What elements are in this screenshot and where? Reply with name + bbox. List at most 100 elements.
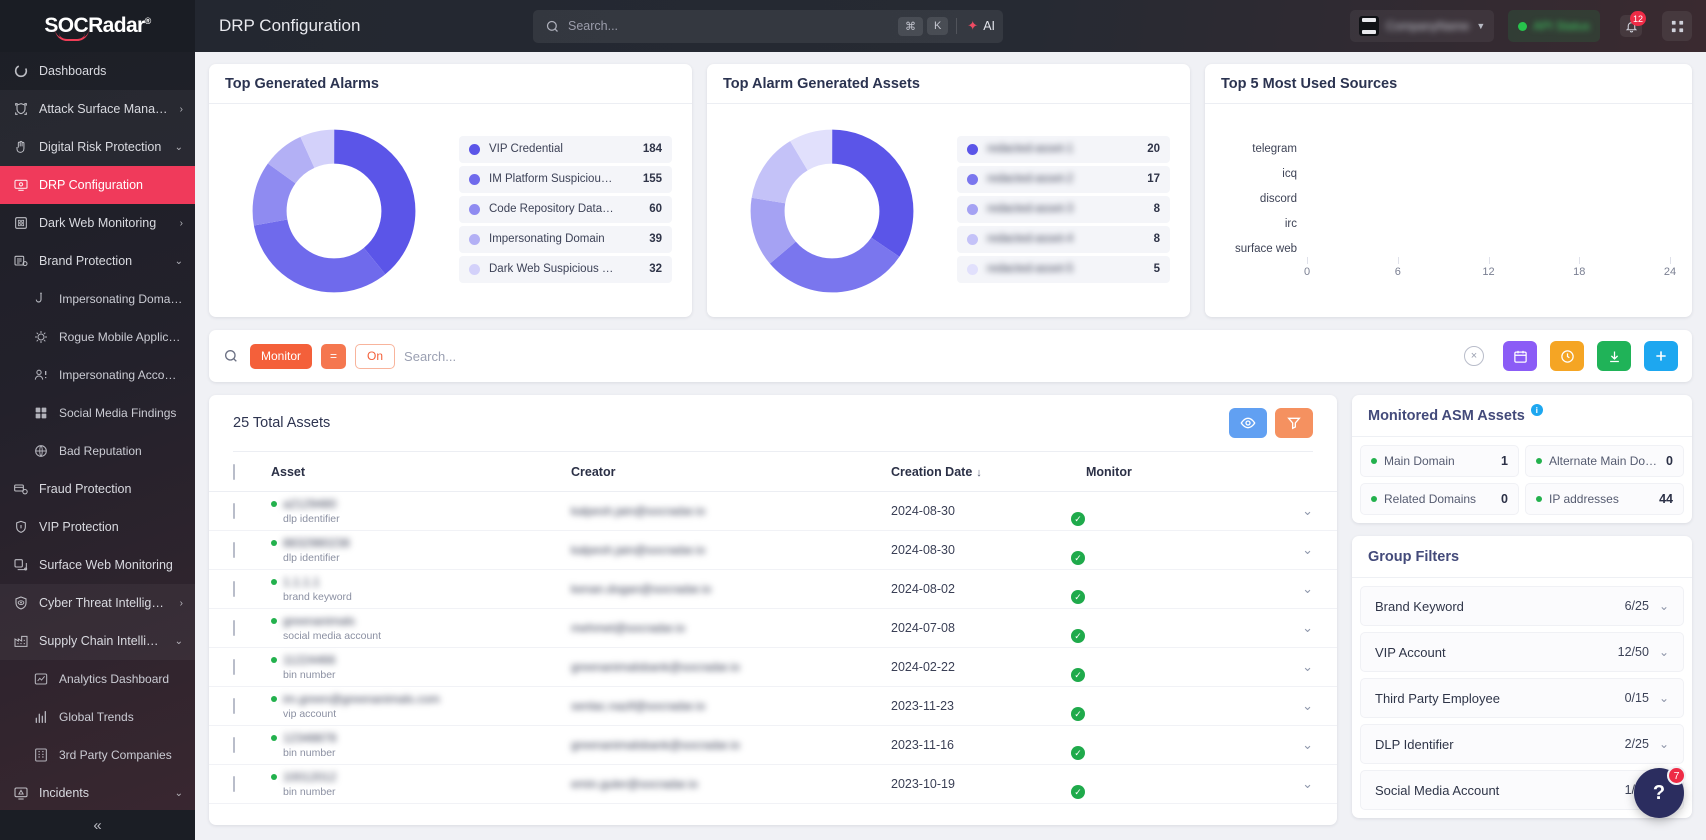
sidebar-item-impersonating-domains[interactable]: Impersonating Domains [0, 280, 195, 318]
row-checkbox[interactable] [233, 659, 235, 675]
row-checkbox[interactable] [233, 776, 235, 792]
legend-item[interactable]: redacted-asset-4 8 [957, 225, 1170, 253]
help-button[interactable]: ? 7 [1634, 766, 1686, 818]
bar-list: telegram icq discord irc surface web [1215, 140, 1670, 257]
eye-button[interactable] [1229, 408, 1267, 438]
legend-item[interactable]: Code Repository Data… 60 [459, 195, 672, 223]
ai-button-label: AI [983, 19, 995, 33]
sidebar-item-digital-risk-protection[interactable]: Digital Risk Protection ⌄ [0, 128, 195, 166]
table-row[interactable]: greenanimals social media account mehmet@s… [209, 609, 1337, 648]
row-checkbox[interactable] [233, 698, 235, 714]
select-all-checkbox[interactable] [233, 463, 235, 480]
row-checkbox[interactable] [233, 581, 235, 597]
sidebar-item-analytics-dashboard[interactable]: Analytics Dashboard [0, 660, 195, 698]
chevron-down-icon[interactable]: ⌄ [1659, 599, 1669, 613]
add-button[interactable] [1644, 341, 1678, 371]
column-header-monitor[interactable]: Monitor [1086, 465, 1216, 479]
asm-item[interactable]: Related Domains 0 [1360, 483, 1519, 515]
ai-assistant-button[interactable]: ✦ AI [956, 18, 995, 34]
table-row[interactable]: 12348878 bin number greenanimalsbank@socra… [209, 726, 1337, 765]
sidebar-item-supply-chain-intelligence[interactable]: Supply Chain Intelligence ⌄ [0, 622, 195, 660]
chevron-down-icon[interactable]: ⌄ [1302, 542, 1313, 557]
row-checkbox[interactable] [233, 620, 235, 636]
asm-item[interactable]: Main Domain 1 [1360, 445, 1519, 477]
api-status-badge[interactable]: API Status [1508, 10, 1600, 42]
filter-chip-field[interactable]: Monitor [250, 343, 313, 369]
filter-button[interactable] [1275, 408, 1313, 438]
table-row[interactable]: a2129480 dlp identifier kalpesh.jain@socra… [209, 492, 1337, 531]
chevron-down-icon[interactable]: ⌄ [1302, 581, 1313, 596]
sidebar-item-rogue-mobile-applications[interactable]: Rogue Mobile Applications [0, 318, 195, 356]
chevron-down-icon[interactable]: ⌄ [1659, 691, 1669, 705]
legend-item[interactable]: Impersonating Domain 39 [459, 225, 672, 253]
filter-chip-value[interactable]: On [355, 343, 396, 369]
chevron-down-icon: ⌄ [174, 141, 183, 153]
sidebar-item-drp-configuration[interactable]: DRP Configuration [0, 166, 195, 204]
clear-filter-button[interactable]: × [1464, 346, 1484, 366]
column-header-creation-date[interactable]: Creation Date ↓ [891, 465, 1086, 479]
column-header-creator[interactable]: Creator [571, 465, 891, 479]
sidebar-item-surface-web-monitoring[interactable]: Surface Web Monitoring [0, 546, 195, 584]
clock-button[interactable] [1550, 341, 1584, 371]
sidebar-item-incidents[interactable]: Incidents ⌄ [0, 774, 195, 812]
global-search[interactable]: ⌘ K ✦ AI [533, 9, 1003, 43]
group-filter-item[interactable]: Brand Keyword 6/25 ⌄ [1360, 586, 1684, 626]
asm-item[interactable]: Alternate Main Dom… 0 [1525, 445, 1684, 477]
sidebar-item-social-media-findings[interactable]: Social Media Findings [0, 394, 195, 432]
table-row[interactable]: 10012012 bin number emin.guler@socradar.io… [209, 765, 1337, 804]
account-switcher[interactable]: CompanyName ▼ [1350, 10, 1495, 42]
chevron-down-icon[interactable]: ⌄ [1302, 620, 1313, 635]
row-checkbox[interactable] [233, 542, 235, 558]
table-row[interactable]: 8832980238 dlp identifier kalpesh.jain@soc… [209, 531, 1337, 570]
search-input[interactable] [568, 19, 894, 33]
chevron-down-icon[interactable]: ⌄ [1302, 659, 1313, 674]
sidebar-item-brand-protection[interactable]: Brand Protection ⌄ [0, 242, 195, 280]
chevron-down-icon[interactable]: ⌄ [1302, 776, 1313, 791]
sidebar-item-cyber-threat-intelligence[interactable]: Cyber Threat Intelligence › [0, 584, 195, 622]
filter-chip-operator[interactable]: = [321, 343, 347, 369]
info-icon[interactable]: i [1530, 404, 1543, 416]
legend-item[interactable]: redacted-asset-2 17 [957, 165, 1170, 193]
sidebar-item-dark-web-monitoring[interactable]: Dark Web Monitoring › [0, 204, 195, 242]
sidebar-item-global-trends[interactable]: Global Trends [0, 698, 195, 736]
chevron-down-icon[interactable]: ⌄ [1302, 503, 1313, 518]
sidebar-item-fraud-protection[interactable]: Fraud Protection [0, 470, 195, 508]
notifications-button[interactable]: 12 [1614, 9, 1648, 43]
legend-item[interactable]: redacted-asset-3 8 [957, 195, 1170, 223]
table-row[interactable]: 1.1.1.1 brand keyword kenan.dogan@socradar… [209, 570, 1337, 609]
legend-item[interactable]: Dark Web Suspicious … 32 [459, 255, 672, 283]
building-icon [32, 747, 49, 764]
legend-item[interactable]: redacted-asset-5 5 [957, 255, 1170, 283]
sidebar-collapse-button[interactable]: « [0, 810, 195, 840]
sidebar-item-impersonating-accounts[interactable]: Impersonating Accounts [0, 356, 195, 394]
calendar-button[interactable] [1503, 341, 1537, 371]
group-filter-item[interactable]: VIP Account 12/50 ⌄ [1360, 632, 1684, 672]
legend-item[interactable]: IM Platform Suspiciou… 155 [459, 165, 672, 193]
x-tick-line [1307, 257, 1308, 264]
chevron-down-icon[interactable]: ⌄ [1302, 737, 1313, 752]
sidebar-item-attack-surface-management[interactable]: Attack Surface Management › [0, 90, 195, 128]
row-checkbox[interactable] [233, 503, 235, 519]
app-logo[interactable]: SOCRadar® [0, 0, 195, 52]
download-button[interactable] [1597, 341, 1631, 371]
row-checkbox[interactable] [233, 737, 235, 753]
table-row[interactable]: im.green@greenanimals.com vip account senl… [209, 687, 1337, 726]
chevron-down-icon[interactable]: ⌄ [1659, 645, 1669, 659]
creator-cell: greenanimalsbank@socradar.io [571, 660, 891, 674]
sidebar-item-vip-protection[interactable]: VIP Protection [0, 508, 195, 546]
apps-grid-button[interactable] [1662, 11, 1692, 41]
column-header-asset[interactable]: Asset [271, 465, 571, 479]
filter-search-input[interactable] [404, 348, 1455, 364]
legend-item[interactable]: VIP Credential 184 [459, 135, 672, 163]
sidebar-item-bad-reputation[interactable]: Bad Reputation [0, 432, 195, 470]
asm-item[interactable]: IP addresses 44 [1525, 483, 1684, 515]
row-select-cell [233, 737, 271, 753]
asset-cell: a2129480 dlp identifier [271, 497, 571, 525]
table-row[interactable]: 11224466 bin number greenanimalsbank@socra… [209, 648, 1337, 687]
sidebar-item-dashboards[interactable]: Dashboards [0, 52, 195, 90]
legend-item[interactable]: redacted-asset-1 20 [957, 135, 1170, 163]
group-filter-item[interactable]: Third Party Employee 0/15 ⌄ [1360, 678, 1684, 718]
chevron-down-icon[interactable]: ⌄ [1302, 698, 1313, 713]
legend-value: 155 [642, 173, 662, 185]
sidebar-item-3rd-party-companies[interactable]: 3rd Party Companies [0, 736, 195, 774]
